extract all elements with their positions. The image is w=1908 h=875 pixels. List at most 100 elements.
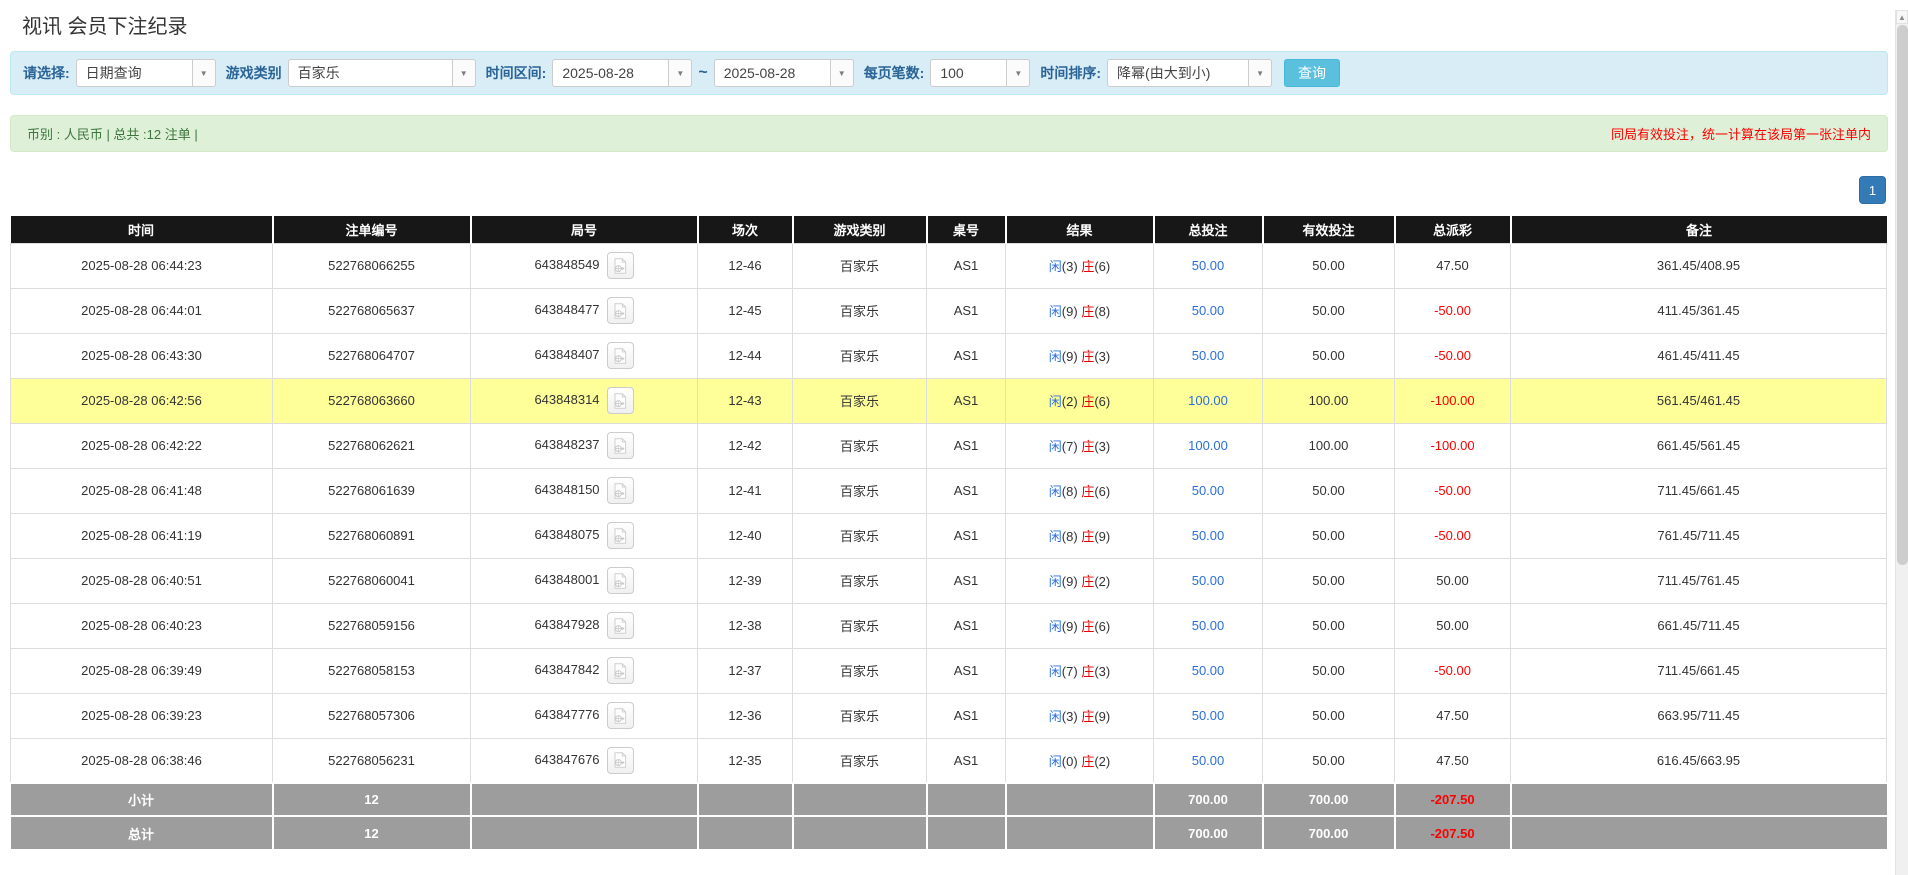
cell-result: 闲(7) 庄(3): [1006, 648, 1154, 693]
total-bet-link[interactable]: 50.00: [1192, 573, 1225, 588]
player-score: (3): [1062, 709, 1078, 724]
banker-score: (3): [1094, 349, 1110, 364]
video-replay-button[interactable]: [607, 612, 634, 639]
sort-order-value: 降幂(由大到小): [1108, 63, 1248, 83]
filter-panel: 请选择: 日期查询 ▼ 游戏类别 百家乐 ▼ 时间区间: 2025-08-28 …: [10, 51, 1888, 95]
per-page-select[interactable]: 100 ▼: [930, 59, 1030, 87]
sort-order-label: 时间排序:: [1040, 63, 1101, 83]
cell-total-payout: 47.50: [1395, 243, 1511, 288]
cell-result: 闲(3) 庄(9): [1006, 693, 1154, 738]
date-from-value: 2025-08-28: [553, 65, 668, 81]
cell-total-payout: -50.00: [1395, 468, 1511, 513]
per-page-label: 每页笔数:: [864, 63, 925, 83]
cell-note: 711.45/661.45: [1511, 648, 1887, 693]
video-replay-button[interactable]: [607, 522, 634, 549]
video-replay-button[interactable]: [607, 702, 634, 729]
video-replay-button[interactable]: [607, 567, 634, 594]
range-separator: ~: [698, 64, 707, 82]
player-label: 闲: [1049, 529, 1062, 544]
summary-bar: 币别 : 人民币 | 总共 :12 注单 | 同局有效投注，统一计算在该局第一张…: [10, 115, 1888, 152]
col-header-valid-bet: 有效投注: [1263, 216, 1395, 243]
video-file-icon: [612, 303, 628, 319]
cell-table-no: AS1: [927, 693, 1006, 738]
pagination-page-1-button[interactable]: 1: [1859, 176, 1886, 204]
cell-total-payout: 47.50: [1395, 738, 1511, 783]
search-button[interactable]: 查询: [1284, 59, 1340, 87]
video-file-icon: [612, 258, 628, 274]
banker-score: (9): [1094, 529, 1110, 544]
cell-total-bet: 50.00: [1154, 693, 1263, 738]
summary-row: 小计 12 700.00 700.00 -207.50: [11, 783, 1887, 816]
cell-round-no: 643848549: [471, 243, 698, 288]
cell-time: 2025-08-28 06:44:01: [11, 288, 273, 333]
cell-table-no: AS1: [927, 468, 1006, 513]
banker-label: 庄: [1081, 619, 1094, 634]
player-label: 闲: [1049, 619, 1062, 634]
vertical-scrollbar[interactable]: ▲: [1895, 10, 1908, 875]
scroll-up-icon[interactable]: ▲: [1896, 10, 1908, 24]
total-bet-link[interactable]: 50.00: [1192, 753, 1225, 768]
cell-round-no: 643848477: [471, 288, 698, 333]
cell-bet-id: 522768064707: [273, 333, 471, 378]
total-bet-link[interactable]: 50.00: [1192, 708, 1225, 723]
video-replay-button[interactable]: [607, 297, 634, 324]
video-replay-button[interactable]: [607, 387, 634, 414]
chevron-down-icon: ▼: [192, 60, 215, 86]
video-replay-button[interactable]: [607, 432, 634, 459]
cell-time: 2025-08-28 06:40:51: [11, 558, 273, 603]
player-score: (3): [1062, 259, 1078, 274]
total-bet-link[interactable]: 50.00: [1192, 303, 1225, 318]
banker-label: 庄: [1081, 394, 1094, 409]
scrollbar-thumb[interactable]: [1897, 25, 1908, 565]
total-bet-link[interactable]: 100.00: [1188, 393, 1228, 408]
cell-table-no: AS1: [927, 648, 1006, 693]
video-replay-button[interactable]: [607, 342, 634, 369]
sort-order-select[interactable]: 降幂(由大到小) ▼: [1107, 59, 1272, 87]
col-header-session: 场次: [698, 216, 793, 243]
cell-session: 12-43: [698, 378, 793, 423]
player-label: 闲: [1049, 394, 1062, 409]
table-row: 2025-08-28 06:43:30 522768064707 6438484…: [11, 333, 1887, 378]
cell-total-bet: 50.00: [1154, 288, 1263, 333]
cell-table-no: AS1: [927, 423, 1006, 468]
cell-note: 661.45/561.45: [1511, 423, 1887, 468]
table-row: 2025-08-28 06:41:48 522768061639 6438481…: [11, 468, 1887, 513]
cell-session: 12-45: [698, 288, 793, 333]
player-score: (8): [1062, 484, 1078, 499]
total-bet-link[interactable]: 50.00: [1192, 663, 1225, 678]
total-bet-link[interactable]: 50.00: [1192, 348, 1225, 363]
cell-bet-id: 522768057306: [273, 693, 471, 738]
cell-session: 12-35: [698, 738, 793, 783]
player-score: (7): [1062, 664, 1078, 679]
total-bet-link[interactable]: 50.00: [1192, 528, 1225, 543]
total-bet-link[interactable]: 100.00: [1188, 438, 1228, 453]
cell-total-bet: 50.00: [1154, 603, 1263, 648]
cell-total-payout: -100.00: [1395, 423, 1511, 468]
cell-session: 12-36: [698, 693, 793, 738]
video-file-icon: [612, 393, 628, 409]
cell-result: 闲(8) 庄(9): [1006, 513, 1154, 558]
game-type-select[interactable]: 百家乐 ▼: [288, 59, 476, 87]
date-to-select[interactable]: 2025-08-28 ▼: [714, 59, 854, 87]
cell-round-no: 643848237: [471, 423, 698, 468]
cell-note: 711.45/761.45: [1511, 558, 1887, 603]
cell-round-no: 643848001: [471, 558, 698, 603]
col-header-total-bet: 总投注: [1154, 216, 1263, 243]
cell-table-no: AS1: [927, 738, 1006, 783]
video-replay-button[interactable]: [607, 477, 634, 504]
table-body: 2025-08-28 06:44:23 522768066255 6438485…: [11, 243, 1887, 783]
total-bet-link[interactable]: 50.00: [1192, 483, 1225, 498]
summary-count: 12: [273, 816, 471, 849]
date-from-select[interactable]: 2025-08-28 ▼: [552, 59, 692, 87]
col-header-game-type: 游戏类别: [793, 216, 927, 243]
video-replay-button[interactable]: [607, 657, 634, 684]
total-bet-link[interactable]: 50.00: [1192, 258, 1225, 273]
query-type-value: 日期查询: [77, 63, 192, 83]
video-replay-button[interactable]: [607, 747, 634, 774]
query-type-label: 请选择:: [23, 63, 70, 83]
player-score: (7): [1062, 439, 1078, 454]
cell-time: 2025-08-28 06:44:23: [11, 243, 273, 288]
query-type-select[interactable]: 日期查询 ▼: [76, 59, 216, 87]
video-replay-button[interactable]: [607, 252, 634, 279]
total-bet-link[interactable]: 50.00: [1192, 618, 1225, 633]
